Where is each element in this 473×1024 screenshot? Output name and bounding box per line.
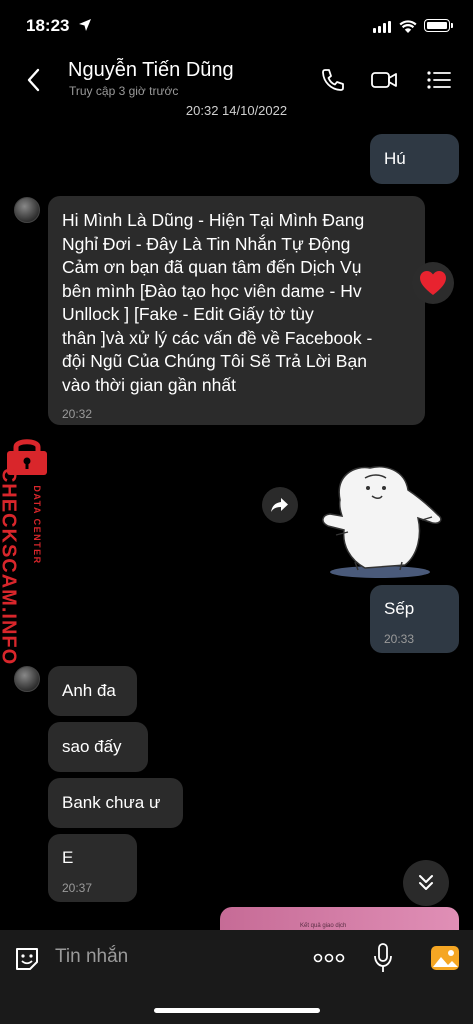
message-line: bên mình [Đào tạo học viên dame - Hv <box>62 280 362 301</box>
watermark-sub: DATA CENTER <box>32 485 42 565</box>
outgoing-message[interactable]: Hú <box>370 134 459 184</box>
avatar[interactable] <box>14 666 40 692</box>
message-line: Nghỉ Đơi - Đây Là Tin Nhắn Tự Động <box>62 233 351 254</box>
message-line: Cảm ơn bạn đã quan tâm đến Dịch Vụ <box>62 257 362 277</box>
forward-icon <box>271 498 288 512</box>
scroll-to-bottom-button[interactable] <box>403 860 449 906</box>
message-text: sao đấy <box>62 737 122 756</box>
message-text: Bank chưa ư <box>62 793 161 812</box>
wifi-icon <box>399 20 417 33</box>
video-icon[interactable] <box>369 65 399 95</box>
watermark-brand: CHECKSCAM.INFO <box>0 467 20 666</box>
menu-icon[interactable] <box>424 65 454 95</box>
more-icon[interactable] <box>312 948 346 968</box>
incoming-message[interactable]: E 20:37 <box>48 834 137 902</box>
outgoing-message[interactable]: Sếp 20:33 <box>370 585 459 653</box>
status-time: 18:23 <box>26 16 70 35</box>
incoming-message[interactable]: Hi Mình Là Dũng - Hiện Tại Mình Đang Ngh… <box>48 196 425 425</box>
message-line: vào thời gian gần nhất <box>62 374 236 395</box>
battery-tip <box>451 23 453 28</box>
mic-icon[interactable] <box>372 942 394 974</box>
message-text: Sếp <box>384 599 415 618</box>
preview-caption: Kết quả giao dịch <box>300 923 347 929</box>
location-icon <box>79 19 91 31</box>
phone-icon[interactable] <box>318 65 348 95</box>
message-input[interactable]: Tin nhắn <box>55 946 128 968</box>
sticker-image[interactable] <box>310 460 450 580</box>
forward-button[interactable] <box>262 487 298 523</box>
message-text: E <box>62 848 74 867</box>
message-line: thân ]và xử lý các vấn đề về Facebook - <box>62 327 373 348</box>
message-line: Hi Mình Là Dũng - Hiện Tại Mình Đang <box>62 210 365 230</box>
reaction-button[interactable] <box>412 262 454 304</box>
chevron-down-icon <box>419 875 433 890</box>
battery-icon <box>424 19 450 32</box>
contact-name[interactable]: Nguyễn Tiến Dũng <box>68 59 234 82</box>
message-text: Hú <box>384 149 406 168</box>
signal-icon <box>373 21 391 33</box>
home-indicator <box>154 1008 320 1013</box>
message-line: Unllock ] [Fake - Edit Giấy tờ tùy <box>62 304 314 324</box>
back-button[interactable] <box>20 62 48 98</box>
date-separator: 20:32 14/10/2022 <box>185 103 288 118</box>
message-time: 20:37 <box>62 881 93 895</box>
incoming-message[interactable]: sao đấy <box>48 722 148 772</box>
last-active-status: Truy cập 3 giờ trước <box>69 84 179 98</box>
message-time: 20:33 <box>384 632 415 646</box>
heart-icon <box>420 271 446 295</box>
sticker-icon[interactable] <box>12 944 42 974</box>
message-time: 20:32 <box>62 407 93 421</box>
message-text: Anh đa <box>62 681 116 700</box>
image-icon[interactable] <box>429 943 461 973</box>
incoming-message[interactable]: Bank chưa ư <box>48 778 183 828</box>
incoming-message[interactable]: Anh đa <box>48 666 137 716</box>
message-line: đội Ngũ Của Chúng Tôi Sẽ Trả Lời Bạn <box>62 351 367 371</box>
avatar[interactable] <box>14 197 40 223</box>
